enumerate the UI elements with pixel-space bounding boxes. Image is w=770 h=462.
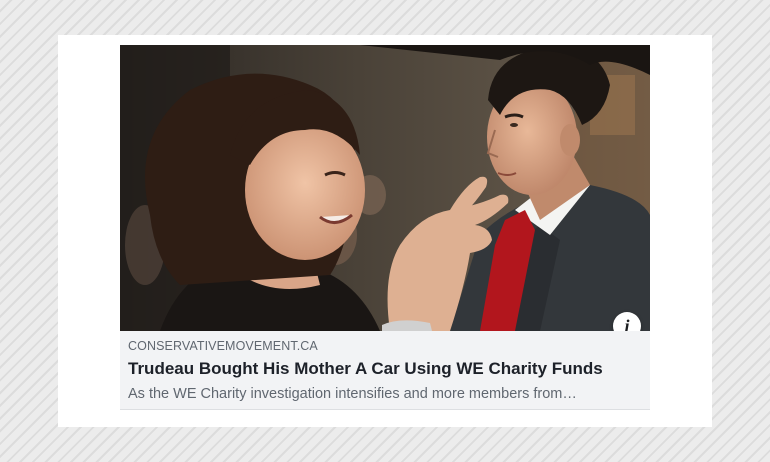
link-domain: CONSERVATIVEMOVEMENT.CA — [128, 339, 318, 353]
photo-illustration — [120, 45, 650, 331]
link-headline[interactable]: Trudeau Bought His Mother A Car Using WE… — [128, 358, 642, 380]
post-panel: i CONSERVATIVEMOVEMENT.CA Trudeau Bought… — [58, 35, 712, 427]
link-preview-text[interactable]: CONSERVATIVEMOVEMENT.CA Trudeau Bought H… — [120, 331, 650, 410]
link-preview-card[interactable]: i CONSERVATIVEMOVEMENT.CA Trudeau Bought… — [120, 45, 650, 410]
link-preview-image[interactable]: i — [120, 45, 650, 331]
link-description: As the WE Charity investigation intensif… — [128, 386, 577, 402]
